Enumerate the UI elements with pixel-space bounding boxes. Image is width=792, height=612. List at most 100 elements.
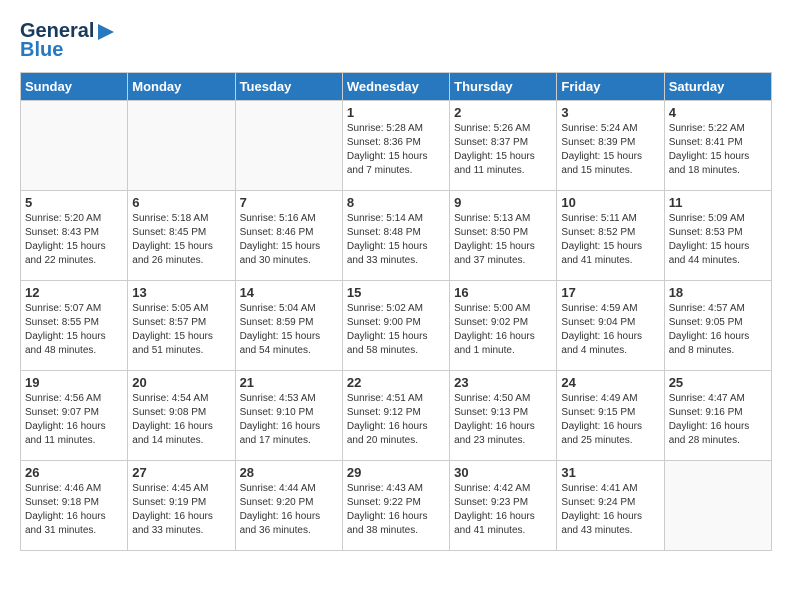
logo-blue: Blue bbox=[20, 39, 63, 62]
cell-info: Sunrise: 4:56 AM Sunset: 9:07 PM Dayligh… bbox=[25, 392, 123, 448]
calendar-cell: 29 Sunrise: 4:43 AM Sunset: 9:22 PM Dayli… bbox=[342, 461, 449, 551]
logo: General Blue bbox=[20, 20, 116, 62]
day-number: 2 bbox=[454, 105, 552, 120]
cell-info: Sunrise: 5:26 AM Sunset: 8:37 PM Dayligh… bbox=[454, 122, 552, 178]
day-number: 10 bbox=[561, 195, 659, 210]
day-number: 27 bbox=[132, 465, 230, 480]
calendar-cell: 7 Sunrise: 5:16 AM Sunset: 8:46 PM Daylig… bbox=[235, 191, 342, 281]
cell-info: Sunrise: 4:53 AM Sunset: 9:10 PM Dayligh… bbox=[240, 392, 338, 448]
calendar-cell: 2 Sunrise: 5:26 AM Sunset: 8:37 PM Daylig… bbox=[450, 101, 557, 191]
calendar-cell: 18 Sunrise: 4:57 AM Sunset: 9:05 PM Dayli… bbox=[664, 281, 771, 371]
calendar-cell: 20 Sunrise: 4:54 AM Sunset: 9:08 PM Dayli… bbox=[128, 371, 235, 461]
day-number: 9 bbox=[454, 195, 552, 210]
day-number: 26 bbox=[25, 465, 123, 480]
day-number: 17 bbox=[561, 285, 659, 300]
calendar-table: SundayMondayTuesdayWednesdayThursdayFrid… bbox=[20, 72, 772, 551]
day-number: 18 bbox=[669, 285, 767, 300]
cell-info: Sunrise: 5:04 AM Sunset: 8:59 PM Dayligh… bbox=[240, 302, 338, 358]
calendar-cell: 21 Sunrise: 4:53 AM Sunset: 9:10 PM Dayli… bbox=[235, 371, 342, 461]
day-number: 24 bbox=[561, 375, 659, 390]
calendar-cell: 25 Sunrise: 4:47 AM Sunset: 9:16 PM Dayli… bbox=[664, 371, 771, 461]
cell-info: Sunrise: 5:00 AM Sunset: 9:02 PM Dayligh… bbox=[454, 302, 552, 358]
cell-info: Sunrise: 5:02 AM Sunset: 9:00 PM Dayligh… bbox=[347, 302, 445, 358]
calendar-cell: 19 Sunrise: 4:56 AM Sunset: 9:07 PM Dayli… bbox=[21, 371, 128, 461]
day-number: 22 bbox=[347, 375, 445, 390]
week-row-1: 1 Sunrise: 5:28 AM Sunset: 8:36 PM Daylig… bbox=[21, 101, 772, 191]
calendar-cell: 12 Sunrise: 5:07 AM Sunset: 8:55 PM Dayli… bbox=[21, 281, 128, 371]
calendar-cell: 8 Sunrise: 5:14 AM Sunset: 8:48 PM Daylig… bbox=[342, 191, 449, 281]
calendar-cell bbox=[21, 101, 128, 191]
calendar-cell: 15 Sunrise: 5:02 AM Sunset: 9:00 PM Dayli… bbox=[342, 281, 449, 371]
cell-info: Sunrise: 5:16 AM Sunset: 8:46 PM Dayligh… bbox=[240, 212, 338, 268]
calendar-cell: 22Sunrise: 4:51 AM Sunset: 9:12 PM Dayli… bbox=[342, 371, 449, 461]
calendar-cell bbox=[664, 461, 771, 551]
day-number: 1 bbox=[347, 105, 445, 120]
cell-info: Sunrise: 5:09 AM Sunset: 8:53 PM Dayligh… bbox=[669, 212, 767, 268]
week-row-2: 5 Sunrise: 5:20 AM Sunset: 8:43 PM Daylig… bbox=[21, 191, 772, 281]
calendar-cell: 30 Sunrise: 4:42 AM Sunset: 9:23 PM Dayli… bbox=[450, 461, 557, 551]
cell-info: Sunrise: 5:20 AM Sunset: 8:43 PM Dayligh… bbox=[25, 212, 123, 268]
cell-info: Sunrise: 4:47 AM Sunset: 9:16 PM Dayligh… bbox=[669, 392, 767, 448]
calendar-cell: 24 Sunrise: 4:49 AM Sunset: 9:15 PM Dayli… bbox=[557, 371, 664, 461]
day-number: 23 bbox=[454, 375, 552, 390]
day-number: 8 bbox=[347, 195, 445, 210]
calendar-cell: 27Sunrise: 4:45 AM Sunset: 9:19 PM Dayli… bbox=[128, 461, 235, 551]
cell-info: Sunrise: 4:54 AM Sunset: 9:08 PM Dayligh… bbox=[132, 392, 230, 448]
calendar-cell: 1 Sunrise: 5:28 AM Sunset: 8:36 PM Daylig… bbox=[342, 101, 449, 191]
calendar-cell bbox=[128, 101, 235, 191]
cell-info: Sunrise: 5:18 AM Sunset: 8:45 PM Dayligh… bbox=[132, 212, 230, 268]
day-number: 12 bbox=[25, 285, 123, 300]
cell-info: Sunrise: 4:43 AM Sunset: 9:22 PM Dayligh… bbox=[347, 482, 445, 538]
cell-info: Sunrise: 4:49 AM Sunset: 9:15 PM Dayligh… bbox=[561, 392, 659, 448]
calendar-cell: 14 Sunrise: 5:04 AM Sunset: 8:59 PM Dayli… bbox=[235, 281, 342, 371]
cell-info: Sunrise: 5:28 AM Sunset: 8:36 PM Dayligh… bbox=[347, 122, 445, 178]
day-number: 20 bbox=[132, 375, 230, 390]
day-number: 21 bbox=[240, 375, 338, 390]
calendar-cell: 4Sunrise: 5:22 AM Sunset: 8:41 PM Daylig… bbox=[664, 101, 771, 191]
calendar-cell: 6 Sunrise: 5:18 AM Sunset: 8:45 PM Daylig… bbox=[128, 191, 235, 281]
calendar-cell: 11 Sunrise: 5:09 AM Sunset: 8:53 PM Dayli… bbox=[664, 191, 771, 281]
day-number: 19 bbox=[25, 375, 123, 390]
cell-info: Sunrise: 4:50 AM Sunset: 9:13 PM Dayligh… bbox=[454, 392, 552, 448]
calendar-cell: 26 Sunrise: 4:46 AM Sunset: 9:18 PM Dayli… bbox=[21, 461, 128, 551]
week-row-5: 26 Sunrise: 4:46 AM Sunset: 9:18 PM Dayli… bbox=[21, 461, 772, 551]
cell-info: Sunrise: 4:57 AM Sunset: 9:05 PM Dayligh… bbox=[669, 302, 767, 358]
day-number: 5 bbox=[25, 195, 123, 210]
calendar-cell bbox=[235, 101, 342, 191]
col-header-tuesday: Tuesday bbox=[235, 73, 342, 101]
calendar-cell: 31Sunrise: 4:41 AM Sunset: 9:24 PM Dayli… bbox=[557, 461, 664, 551]
day-number: 11 bbox=[669, 195, 767, 210]
cell-info: Sunrise: 5:05 AM Sunset: 8:57 PM Dayligh… bbox=[132, 302, 230, 358]
calendar-header-row: SundayMondayTuesdayWednesdayThursdayFrid… bbox=[21, 73, 772, 101]
logo-arrow-icon bbox=[96, 22, 116, 42]
week-row-4: 19 Sunrise: 4:56 AM Sunset: 9:07 PM Dayli… bbox=[21, 371, 772, 461]
cell-info: Sunrise: 4:59 AM Sunset: 9:04 PM Dayligh… bbox=[561, 302, 659, 358]
day-number: 25 bbox=[669, 375, 767, 390]
col-header-saturday: Saturday bbox=[664, 73, 771, 101]
cell-info: Sunrise: 4:46 AM Sunset: 9:18 PM Dayligh… bbox=[25, 482, 123, 538]
day-number: 31 bbox=[561, 465, 659, 480]
col-header-thursday: Thursday bbox=[450, 73, 557, 101]
calendar-cell: 10Sunrise: 5:11 AM Sunset: 8:52 PM Dayli… bbox=[557, 191, 664, 281]
day-number: 16 bbox=[454, 285, 552, 300]
calendar-cell: 3 Sunrise: 5:24 AM Sunset: 8:39 PM Daylig… bbox=[557, 101, 664, 191]
day-number: 29 bbox=[347, 465, 445, 480]
header: General Blue bbox=[20, 20, 772, 62]
cell-info: Sunrise: 5:24 AM Sunset: 8:39 PM Dayligh… bbox=[561, 122, 659, 178]
calendar-cell: 9 Sunrise: 5:13 AM Sunset: 8:50 PM Daylig… bbox=[450, 191, 557, 281]
calendar-cell: 5 Sunrise: 5:20 AM Sunset: 8:43 PM Daylig… bbox=[21, 191, 128, 281]
day-number: 3 bbox=[561, 105, 659, 120]
day-number: 30 bbox=[454, 465, 552, 480]
calendar-cell: 28Sunrise: 4:44 AM Sunset: 9:20 PM Dayli… bbox=[235, 461, 342, 551]
day-number: 13 bbox=[132, 285, 230, 300]
day-number: 14 bbox=[240, 285, 338, 300]
calendar-cell: 16 Sunrise: 5:00 AM Sunset: 9:02 PM Dayli… bbox=[450, 281, 557, 371]
day-number: 6 bbox=[132, 195, 230, 210]
day-number: 15 bbox=[347, 285, 445, 300]
cell-info: Sunrise: 5:14 AM Sunset: 8:48 PM Dayligh… bbox=[347, 212, 445, 268]
day-number: 7 bbox=[240, 195, 338, 210]
cell-info: Sunrise: 5:07 AM Sunset: 8:55 PM Dayligh… bbox=[25, 302, 123, 358]
cell-info: Sunrise: 5:13 AM Sunset: 8:50 PM Dayligh… bbox=[454, 212, 552, 268]
calendar-cell: 17 Sunrise: 4:59 AM Sunset: 9:04 PM Dayli… bbox=[557, 281, 664, 371]
cell-info: Sunrise: 4:42 AM Sunset: 9:23 PM Dayligh… bbox=[454, 482, 552, 538]
